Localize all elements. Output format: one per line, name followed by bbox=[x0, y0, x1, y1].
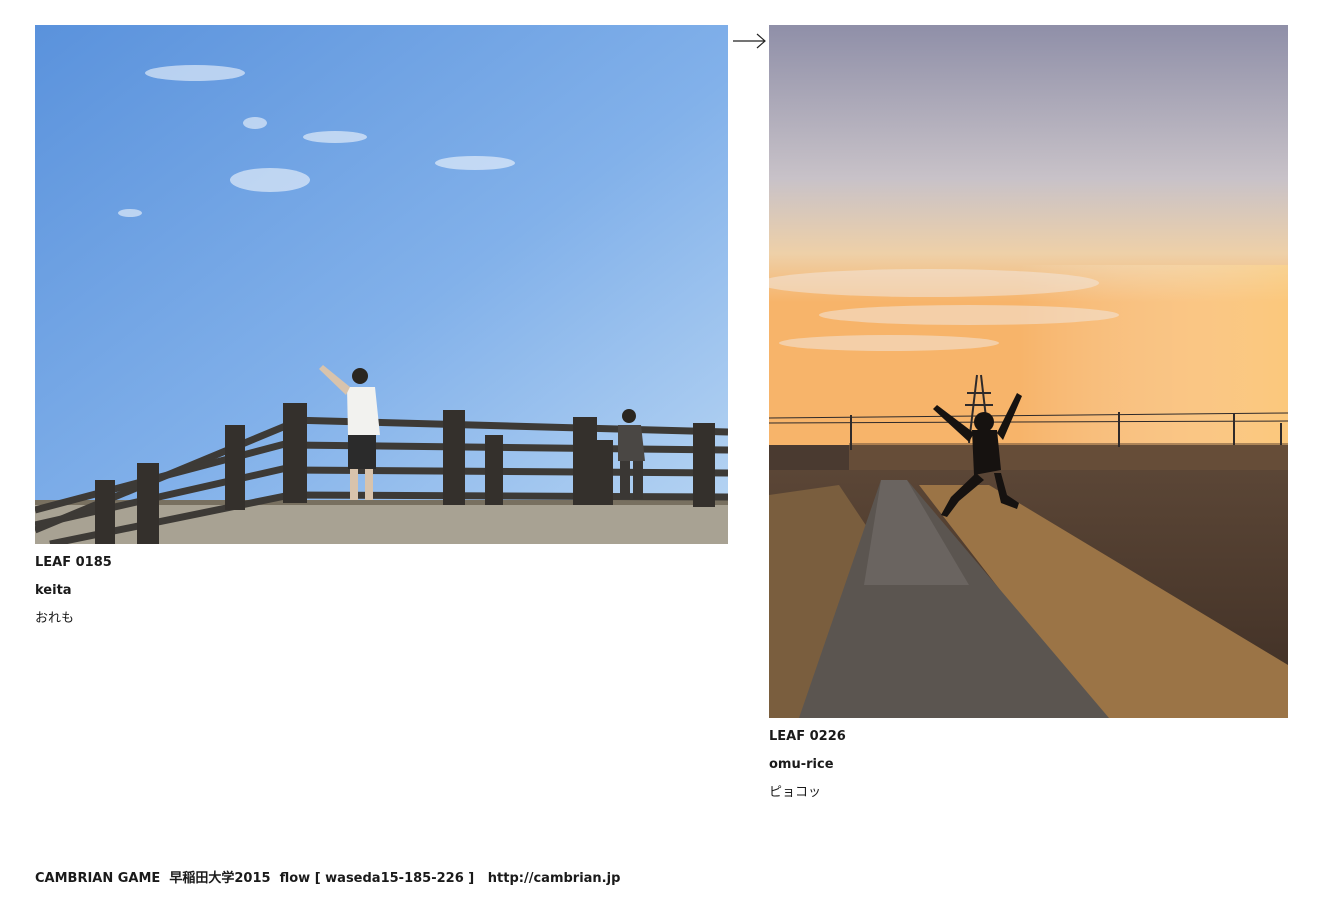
leaf-0226-caption: ピョコッ bbox=[769, 785, 822, 800]
leaf-0185-author[interactable]: keita bbox=[35, 583, 72, 599]
leaf-0226-number[interactable]: LEAF 0226 bbox=[769, 729, 846, 745]
leaf-0185-number[interactable]: LEAF 0185 bbox=[35, 555, 112, 571]
leaf-0226-photo[interactable] bbox=[769, 25, 1288, 718]
footer-credit[interactable]: CAMBRIAN GAME 早稲田大学2015 flow [ waseda15-… bbox=[35, 867, 620, 886]
leaf-0185-photo[interactable] bbox=[35, 25, 728, 544]
leaf-0185-caption: おれも bbox=[35, 611, 75, 626]
right-arrow-icon bbox=[733, 30, 767, 52]
leaf-0226-author[interactable]: omu-rice bbox=[769, 757, 834, 773]
